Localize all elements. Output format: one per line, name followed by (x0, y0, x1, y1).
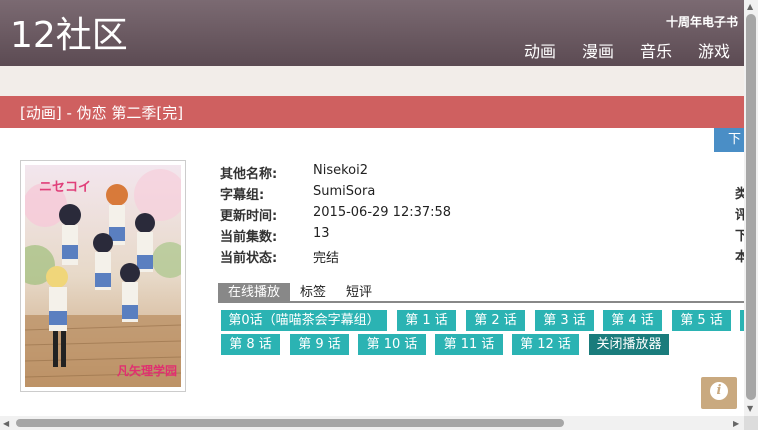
info-value: Nisekoi2 (313, 163, 369, 178)
nav-music[interactable]: 音乐 (640, 38, 672, 62)
episode-button[interactable]: 第 2 话 (466, 310, 525, 331)
tagline-link[interactable]: 十周年电子书 (666, 13, 738, 30)
info-label: 当前集数: (220, 230, 278, 245)
title-bar: [动画] - 伪恋 第二季[完] (0, 96, 744, 128)
scroll-down-icon[interactable]: ▼ (747, 404, 753, 413)
info-label: 字幕组: (220, 188, 265, 203)
episode-button[interactable]: 第 4 话 (603, 310, 662, 331)
episode-button[interactable]: 第 1 话 (397, 310, 456, 331)
episode-button[interactable]: 第 3 话 (535, 310, 594, 331)
info-value: 2015-06-29 12:37:58 (313, 205, 452, 220)
episode-button[interactable]: 第0话（喵喵茶会字幕组） (221, 310, 387, 331)
info-label: 更新时间: (220, 209, 278, 224)
tab-short-reviews[interactable]: 短评 (336, 283, 382, 303)
download-button[interactable]: 下 (714, 128, 744, 152)
vertical-scrollbar[interactable]: ▲ ▼ (744, 0, 758, 416)
info-icon: i (710, 382, 728, 400)
scroll-left-icon[interactable]: ◀ (3, 419, 9, 428)
info-button[interactable]: i (701, 377, 737, 409)
episode-button[interactable]: 第 5 话 (672, 310, 731, 331)
poster-logo: ニセコイ (39, 180, 91, 195)
site-logo[interactable]: 12社区 (10, 14, 128, 58)
info-value: 完结 (313, 251, 340, 266)
scroll-up-icon[interactable]: ▲ (747, 2, 753, 11)
page-title: [动画] - 伪恋 第二季[完] (20, 104, 184, 122)
scrollbar-corner (744, 416, 758, 430)
poster-school-text: 凡矢理学园 (117, 363, 177, 378)
episode-button[interactable]: 第 10 话 (358, 334, 426, 355)
close-player-button[interactable]: 关闭播放器 (589, 334, 669, 355)
episode-button[interactable]: 第 8 话 (221, 334, 280, 355)
info-label: 当前状态: (220, 251, 278, 266)
site-header: 12社区 十周年电子书 动画 漫画 音乐 游戏 (0, 0, 744, 66)
episode-button[interactable]: 第 9 话 (290, 334, 349, 355)
episode-button[interactable]: 第 12 话 (512, 334, 579, 355)
info-value: 13 (313, 226, 330, 241)
poster-artwork: ニセコイ 凡矢理学园 (25, 165, 181, 387)
horizontal-scroll-thumb[interactable] (16, 419, 564, 427)
vertical-scroll-thumb[interactable] (746, 14, 756, 400)
info-value[interactable]: SumiSora (313, 184, 375, 199)
poster-image[interactable]: ニセコイ 凡矢理学园 (20, 160, 186, 392)
scroll-right-icon[interactable]: ▶ (733, 419, 739, 428)
nav-manga[interactable]: 漫画 (582, 38, 614, 62)
tab-online-play[interactable]: 在线播放 (218, 283, 291, 303)
nav-anime[interactable]: 动画 (524, 38, 556, 62)
tab-tags[interactable]: 标签 (290, 283, 336, 303)
episode-button[interactable]: 第 11 话 (435, 334, 503, 355)
info-label: 其他名称: (220, 167, 278, 182)
header-band (0, 66, 744, 96)
content-tabs: 在线播放 标签 短评 (218, 281, 744, 303)
nav-games[interactable]: 游戏 (698, 38, 730, 62)
horizontal-scrollbar[interactable]: ◀ ▶ (0, 416, 744, 430)
main-nav: 动画 漫画 音乐 游戏 (524, 38, 730, 62)
